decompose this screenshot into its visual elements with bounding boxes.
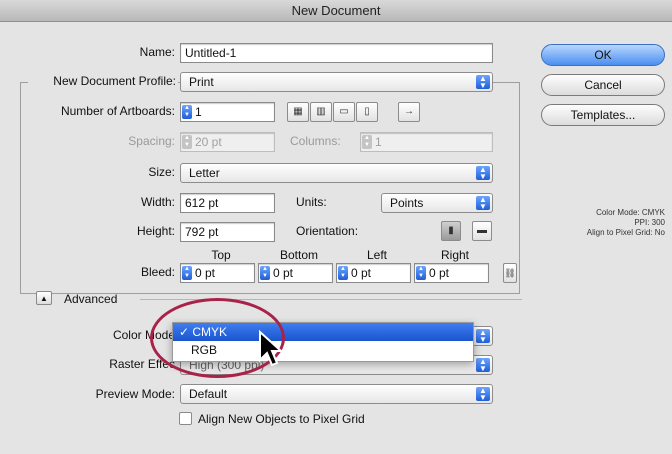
width-field[interactable]: 612 pt: [180, 193, 275, 213]
info-ppi: PPI: 300: [634, 218, 665, 227]
bleed-label: Bleed:: [140, 265, 175, 279]
width-label: Width:: [140, 195, 175, 209]
landscape-icon[interactable]: ▬: [472, 221, 492, 241]
artboards-value: 1: [195, 105, 202, 119]
bleed-left-header: Left: [366, 248, 387, 262]
spacing-field[interactable]: ▲ ▼ 20 pt: [180, 132, 275, 152]
bleed-right-value: 0 pt: [429, 266, 450, 280]
bleed-bottom-value: 0 pt: [273, 266, 294, 280]
info-color-mode: Color Mode: CMYK: [596, 208, 665, 217]
advanced-label: Advanced: [64, 292, 118, 306]
window-title: New Document: [0, 0, 672, 22]
align-pixel-grid-label: Align New Objects to Pixel Grid: [198, 412, 365, 426]
stepper-icon: ▲ ▼: [182, 135, 192, 149]
artboards-field[interactable]: ▲ ▼ 1: [180, 102, 275, 122]
preview-mode-select[interactable]: Default ▲ ▼: [180, 384, 493, 404]
size-select[interactable]: Letter ▲ ▼: [180, 163, 493, 183]
units-select[interactable]: Points ▲ ▼: [381, 193, 493, 213]
link-icon[interactable]: ⛓: [503, 263, 517, 283]
height-field[interactable]: 792 pt: [180, 222, 275, 242]
profile-value: Print: [189, 75, 214, 89]
preview-mode-label: Preview Mode:: [95, 387, 175, 401]
bleed-right-header: Right: [440, 248, 469, 262]
columns-field[interactable]: ▲ ▼ 1: [360, 132, 493, 152]
select-arrows-icon: ▲ ▼: [476, 166, 490, 181]
profile-label: New Document Profile:: [28, 74, 178, 88]
preview-mode-value: Default: [189, 387, 228, 401]
arrange-by-row-icon[interactable]: ▭: [333, 102, 355, 122]
bleed-top-header: Top: [211, 248, 231, 262]
stepper-icon[interactable]: ▲ ▼: [338, 266, 348, 280]
size-value: Letter: [189, 166, 220, 180]
grid-by-row-icon[interactable]: ▦: [287, 102, 309, 122]
bleed-bottom-field[interactable]: ▲ ▼ 0 pt: [258, 263, 333, 283]
grid-by-column-icon[interactable]: ▥: [310, 102, 332, 122]
select-arrows-icon: ▲ ▼: [476, 329, 490, 344]
bleed-left-field[interactable]: ▲ ▼ 0 pt: [336, 263, 411, 283]
stepper-icon[interactable]: ▲ ▼: [260, 266, 270, 280]
stepper-icon[interactable]: ▲ ▼: [416, 266, 426, 280]
templates-button[interactable]: Templates...: [541, 104, 665, 126]
bleed-bottom-header: Bottom: [279, 248, 318, 262]
orientation-label: Orientation:: [296, 224, 359, 238]
bleed-right-field[interactable]: ▲ ▼ 0 pt: [414, 263, 489, 283]
ok-button[interactable]: OK: [541, 44, 665, 66]
height-label: Height:: [136, 224, 175, 238]
units-value: Points: [390, 196, 424, 210]
bleed-left-value: 0 pt: [351, 266, 372, 280]
name-field[interactable]: Untitled-1: [180, 43, 493, 63]
spacing-label: Spacing:: [128, 134, 175, 148]
columns-label: Columns:: [290, 134, 341, 148]
artboards-label: Number of Artboards:: [60, 104, 175, 118]
stepper-icon[interactable]: ▲ ▼: [182, 105, 192, 119]
select-arrows-icon: ▲ ▼: [476, 196, 490, 211]
spacing-value: 20 pt: [195, 135, 222, 149]
mouse-pointer-icon: [259, 330, 284, 367]
stepper-icon: ▲ ▼: [362, 135, 372, 149]
columns-value: 1: [375, 135, 382, 149]
bleed-top-field[interactable]: ▲ ▼ 0 pt: [180, 263, 255, 283]
profile-select[interactable]: Print ▲ ▼: [180, 72, 493, 92]
collapse-triangle-icon[interactable]: ▲: [36, 291, 52, 305]
arrange-by-column-icon[interactable]: ▯: [356, 102, 378, 122]
cancel-button[interactable]: Cancel: [541, 74, 665, 96]
info-align-pixel-grid: Align to Pixel Grid: No: [586, 228, 665, 237]
select-arrows-icon: ▲ ▼: [476, 358, 490, 373]
stepper-icon[interactable]: ▲ ▼: [182, 266, 192, 280]
align-pixel-grid-checkbox[interactable]: [179, 412, 192, 425]
size-label: Size:: [148, 165, 175, 179]
right-to-left-icon[interactable]: →: [398, 102, 420, 122]
units-label: Units:: [296, 195, 327, 209]
select-arrows-icon: ▲ ▼: [476, 75, 490, 90]
select-arrows-icon: ▲ ▼: [476, 387, 490, 402]
bleed-top-value: 0 pt: [195, 266, 216, 280]
name-label: Name:: [139, 45, 175, 59]
portrait-icon[interactable]: ▮: [441, 221, 461, 241]
raster-effects-label: Raster Effec: [109, 357, 175, 371]
